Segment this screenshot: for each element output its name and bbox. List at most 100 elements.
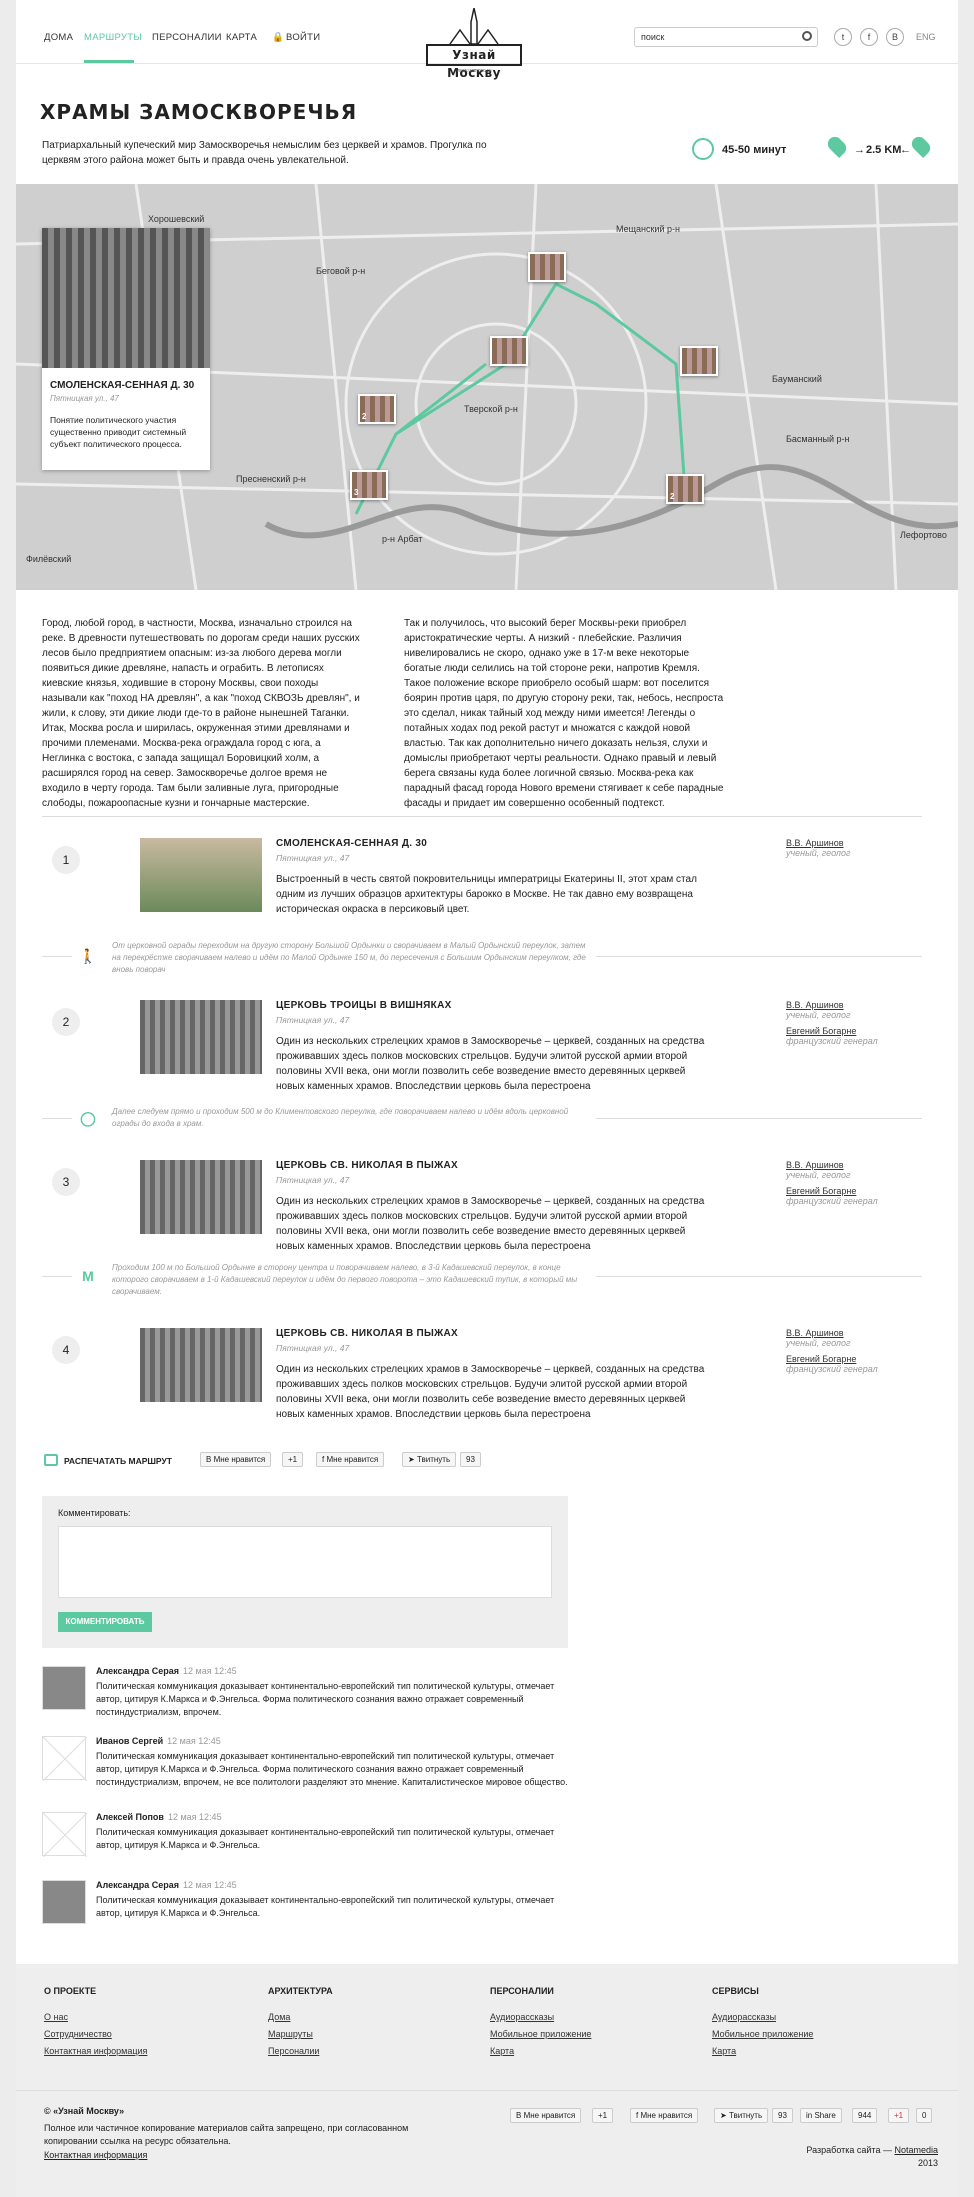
printer-icon[interactable] <box>44 1454 58 1466</box>
stop-title[interactable]: Церковь Св. Николая в Пыжах <box>276 1160 458 1171</box>
footer-link[interactable]: Мобильное приложение <box>712 2029 813 2039</box>
vkontakte-icon[interactable]: B <box>886 28 904 46</box>
stop-photo[interactable] <box>140 1000 262 1074</box>
fb-like-button[interactable]: f Мне нравится <box>630 2108 699 2123</box>
stop-text: Выстроенный в честь святой покровительни… <box>276 874 697 915</box>
linkedin-count: 944 <box>852 2108 878 2123</box>
person-link[interactable]: В.В. Аршинов <box>786 1000 906 1010</box>
search-icon[interactable] <box>802 31 812 41</box>
footer-copyright: © «Узнай Москву» <box>44 2106 125 2116</box>
route-stop[interactable]: 1 Смоленская-сенная д. 30 Пятницкая ул.,… <box>42 838 922 918</box>
developer-link[interactable]: Notamedia <box>894 2145 938 2155</box>
fb-like-button[interactable]: f Мне нравится <box>316 1452 385 1467</box>
person-link[interactable]: Евгений Богарне <box>786 1026 906 1036</box>
page: Дома Маршруты Персоналии Карта 🔒 Войти У… <box>16 0 958 2197</box>
map-popup-card[interactable]: Смоленская-сенная д. 30 Пятницкая ул., 4… <box>42 228 210 470</box>
map-marker-thumb[interactable]: 3 <box>350 470 388 500</box>
person-role: французский генерал <box>786 1036 878 1046</box>
person-link[interactable]: Евгений Богарне <box>786 1354 906 1364</box>
avatar[interactable] <box>42 1736 88 1782</box>
nav-login[interactable]: Войти <box>286 32 320 43</box>
person-link[interactable]: В.В. Аршинов <box>786 838 906 848</box>
footer-column: Сервисы Аудиорассказы Мобильное приложен… <box>712 1986 813 2063</box>
avatar[interactable] <box>42 1666 86 1710</box>
stop-title[interactable]: Смоленская-сенная д. 30 <box>276 838 427 849</box>
facebook-icon[interactable]: f <box>860 28 878 46</box>
nav-houses[interactable]: Дома <box>44 32 73 43</box>
map-marker-thumb[interactable] <box>680 346 718 376</box>
route-stop[interactable]: 2 Церковь Троицы в Вишняках Пятницкая ул… <box>42 1000 922 1092</box>
tweet-button[interactable]: ➤ Твитнуть <box>402 1452 457 1467</box>
footer-link[interactable]: Аудиорассказы <box>712 2012 813 2022</box>
stop-people: В.В. Аршинов ученый, геолог Евгений Бога… <box>786 1160 906 1212</box>
twitter-icon[interactable]: t <box>834 28 852 46</box>
stop-title[interactable]: Церковь Троицы в Вишняках <box>276 1000 452 1011</box>
comment-textarea[interactable] <box>58 1526 552 1598</box>
footer-link[interactable]: Дома <box>268 2012 333 2022</box>
google-plus-button[interactable]: +1 <box>888 2108 910 2123</box>
transition-text: Далее следуем прямо и проходим 500 м до … <box>112 1107 569 1128</box>
footer-developer: Разработка сайта — Notamedia 2013 <box>806 2144 938 2170</box>
avatar[interactable] <box>42 1880 86 1924</box>
footer-link[interactable]: Персоналии <box>268 2046 333 2056</box>
footer-link[interactable]: О нас <box>44 2012 147 2022</box>
map-marker-thumb[interactable]: 2 <box>358 394 396 424</box>
avatar[interactable] <box>42 1812 88 1858</box>
route-stop[interactable]: 4 Церковь Св. Николая в Пыжах Пятницкая … <box>42 1328 922 1420</box>
marker-number: 2 <box>670 492 675 501</box>
footer-heading: Сервисы <box>712 1986 759 1996</box>
footer-link[interactable]: Сотрудничество <box>44 2029 147 2039</box>
search-placeholder: поиск <box>641 32 665 42</box>
person-link[interactable]: В.В. Аршинов <box>786 1160 906 1170</box>
comment-author[interactable]: Александра Серая <box>96 1666 179 1676</box>
vk-like-button[interactable]: В Мне нравится <box>200 1452 272 1467</box>
comment-author[interactable]: Алексей Попов <box>96 1812 164 1822</box>
nav-active-underline <box>84 60 134 63</box>
arrow-right-icon: → <box>854 144 865 156</box>
comment-time: 12 мая 12:45 <box>167 1812 222 1822</box>
footer-link[interactable]: Контактная информация <box>44 2046 147 2056</box>
comment-text: Политическая коммуникация доказывает кон… <box>96 1895 555 1918</box>
vk-like-button[interactable]: В Мне нравится <box>510 2108 582 2123</box>
map-label: Тверской р-н <box>464 404 518 414</box>
lang-switch[interactable]: ENG <box>916 32 936 42</box>
stop-photo[interactable] <box>140 1328 262 1402</box>
popup-text: Понятие политического участия существенн… <box>50 415 187 449</box>
route-map[interactable]: Хорошевский Беговой р-н Пресненский р-н … <box>16 184 958 590</box>
footer-link[interactable]: Маршруты <box>268 2029 333 2039</box>
vk-like-label: Мне нравится <box>213 1455 266 1464</box>
map-marker-thumb[interactable] <box>490 336 528 366</box>
tweet-button[interactable]: ➤ Твитнуть <box>714 2108 769 2123</box>
search-input[interactable]: поиск <box>634 27 818 47</box>
nav-routes[interactable]: Маршруты <box>84 32 142 43</box>
clock-icon <box>692 138 714 160</box>
linkedin-share-button[interactable]: in Share <box>800 2108 842 2123</box>
comment-text: Политическая коммуникация доказывает кон… <box>96 1751 568 1787</box>
stop-photo[interactable] <box>140 838 262 912</box>
site-logo[interactable]: Узнай Москву www.uzmosc.ru <box>420 8 528 80</box>
footer-link[interactable]: Карта <box>490 2046 591 2056</box>
map-marker-thumb[interactable]: 2 <box>666 474 704 504</box>
nav-map[interactable]: Карта <box>226 32 257 43</box>
tweet-label: Твитнуть <box>728 2111 763 2120</box>
comment-author[interactable]: Иванов Сергей <box>96 1736 163 1746</box>
marker-number: 3 <box>354 488 359 497</box>
map-label: р-н Арбат <box>382 534 423 544</box>
footer-link[interactable]: Мобильное приложение <box>490 2029 591 2039</box>
print-route-link[interactable]: Распечатать маршрут <box>64 1456 172 1466</box>
map-label: Бауманский <box>772 374 822 384</box>
footer-link[interactable]: Аудиорассказы <box>490 2012 591 2022</box>
person-link[interactable]: Евгений Богарне <box>786 1186 906 1196</box>
map-label: Пресненский р-н <box>236 474 306 484</box>
submit-comment-button[interactable]: Комментировать <box>58 1612 152 1632</box>
vk-like-count: +1 <box>592 2108 614 2123</box>
stop-title[interactable]: Церковь Св. Николая в Пыжах <box>276 1328 458 1339</box>
footer-link[interactable]: Карта <box>712 2046 813 2056</box>
nav-persons[interactable]: Персоналии <box>152 32 222 43</box>
comment-author[interactable]: Александра Серая <box>96 1880 179 1890</box>
person-link[interactable]: В.В. Аршинов <box>786 1328 906 1338</box>
map-marker-thumb[interactable] <box>528 252 566 282</box>
route-stop[interactable]: 3 Церковь Св. Николая в Пыжах Пятницкая … <box>42 1160 922 1252</box>
footer-contact-link[interactable]: Контактная информация <box>44 2150 147 2160</box>
stop-photo[interactable] <box>140 1160 262 1234</box>
